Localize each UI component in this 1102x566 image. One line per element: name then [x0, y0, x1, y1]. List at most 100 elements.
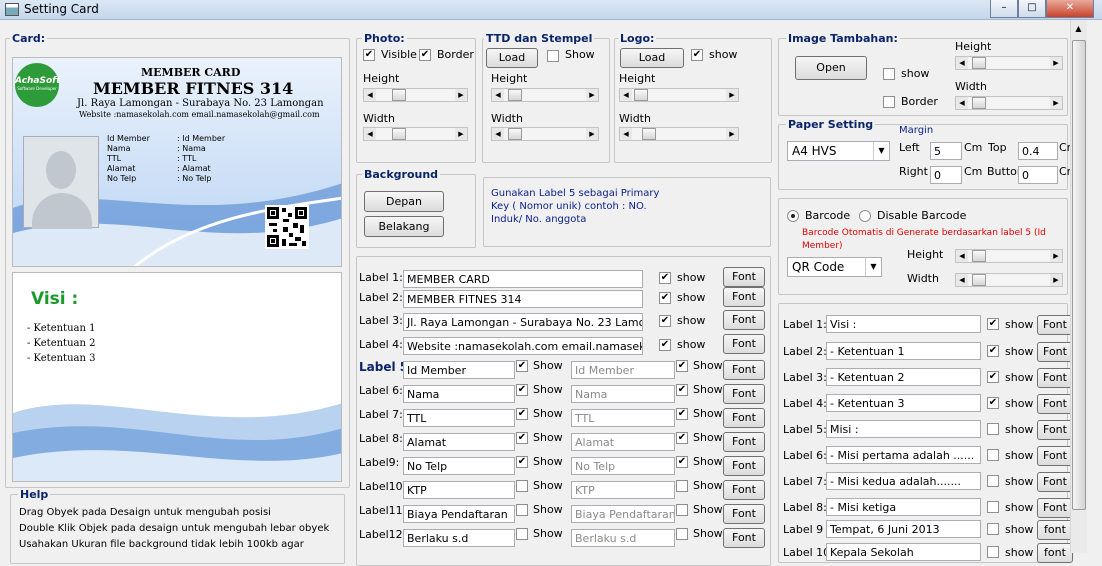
back-label-input[interactable]: Visi : [826, 315, 981, 333]
maximize-button[interactable]: □ [1018, 0, 1046, 18]
back-label-show-checkbox[interactable] [987, 501, 999, 513]
back-label-show-checkbox[interactable]: ✔ [987, 371, 999, 383]
back-label-input[interactable]: Misi : [826, 420, 981, 438]
label-secondary-input[interactable]: Nama [571, 385, 675, 403]
label-show-checkbox[interactable] [516, 528, 528, 540]
label-input[interactable]: Id Member [403, 361, 515, 379]
back-label-input[interactable]: Tempat, 6 Juni 2013 [826, 520, 981, 538]
image-border-checkbox[interactable] [883, 96, 895, 108]
back-label-show-checkbox[interactable]: ✔ [987, 345, 999, 357]
belakang-button[interactable]: Belakang [364, 216, 444, 237]
font-button[interactable]: Font [723, 267, 765, 287]
back-label-show-checkbox[interactable]: ✔ [987, 397, 999, 409]
back-label-input[interactable]: - Ketentuan 1 [826, 342, 981, 360]
label-secondary-show-checkbox[interactable]: ✔ [676, 408, 688, 420]
font-button[interactable]: Font [723, 310, 765, 330]
minimize-button[interactable]: – [990, 0, 1018, 18]
label-secondary-input[interactable]: TTL [571, 409, 675, 427]
font-button[interactable]: Font [1037, 472, 1073, 492]
scroll-thumb[interactable] [1072, 40, 1086, 510]
font-button[interactable]: Font [723, 432, 765, 452]
label-secondary-show-checkbox[interactable]: ✔ [676, 432, 688, 444]
label-input[interactable]: MEMBER FITNES 314 [403, 290, 643, 308]
logo-load-button[interactable]: Load [620, 48, 684, 68]
label-show-checkbox[interactable]: ✔ [516, 384, 528, 396]
label-secondary-show-checkbox[interactable]: ✔ [676, 384, 688, 396]
label-show-checkbox[interactable] [516, 504, 528, 516]
front-card-preview[interactable]: AchaSoft Software Developer MEMBER CARD … [12, 57, 342, 267]
barcode-height-slider[interactable]: ◀ ▶ [955, 249, 1063, 263]
label-secondary-input[interactable]: Alamat [571, 433, 675, 451]
font-button[interactable]: Font [723, 528, 765, 548]
font-button[interactable]: Font [1037, 394, 1073, 414]
font-button[interactable]: Font [1037, 368, 1073, 388]
back-label-input[interactable]: - Misi ketiga [826, 498, 981, 516]
font-button[interactable]: Font [723, 384, 765, 404]
back-label-show-checkbox[interactable] [987, 423, 999, 435]
disable-barcode-radio[interactable] [859, 210, 871, 222]
back-label-show-checkbox[interactable] [987, 546, 999, 558]
font-button[interactable]: Font [723, 480, 765, 500]
back-label-show-checkbox[interactable]: ✔ [987, 318, 999, 330]
paper-size-select[interactable]: A4 HVS ▼ [787, 141, 890, 161]
label-show-checkbox[interactable]: ✔ [516, 408, 528, 420]
label-show-checkbox[interactable]: ✔ [659, 272, 671, 284]
depan-button[interactable]: Depan [364, 191, 444, 212]
photo-visible-checkbox[interactable]: ✔ [363, 49, 375, 61]
label-input[interactable]: Website :namasekolah.com email.namasekol… [403, 337, 643, 355]
font-button[interactable]: Font [723, 504, 765, 524]
label-input[interactable]: Berlaku s.d [403, 529, 515, 547]
label-secondary-show-checkbox[interactable] [676, 480, 688, 492]
font-button[interactable]: Font [723, 287, 765, 307]
ttd-show-checkbox[interactable] [547, 50, 559, 62]
font-button[interactable]: Font [723, 408, 765, 428]
label-show-checkbox[interactable]: ✔ [516, 456, 528, 468]
barcode-type-select[interactable]: QR Code ▼ [787, 257, 882, 277]
label-show-checkbox[interactable]: ✔ [659, 292, 671, 304]
label-show-checkbox[interactable]: ✔ [659, 339, 671, 351]
label-show-checkbox[interactable]: ✔ [516, 432, 528, 444]
font-button[interactable]: Font [1037, 420, 1073, 440]
close-button[interactable]: ✕ [1046, 0, 1094, 18]
label-show-checkbox[interactable]: ✔ [659, 315, 671, 327]
photo-width-slider[interactable]: ◀ ▶ [363, 127, 468, 141]
photo-height-slider[interactable]: ◀ ▶ [363, 88, 468, 102]
label-secondary-show-checkbox[interactable]: ✔ [676, 456, 688, 468]
font-button[interactable]: Font [1037, 498, 1073, 518]
left-margin-input[interactable]: 5 [930, 142, 962, 160]
barcode-radio[interactable] [787, 210, 799, 222]
label-input[interactable]: Jl. Raya Lamongan - Surabaya No. 23 Lamo… [403, 313, 643, 331]
back-label-show-checkbox[interactable] [987, 449, 999, 461]
back-label-show-checkbox[interactable] [987, 475, 999, 487]
font-button[interactable]: font [1037, 520, 1073, 540]
image-height-slider[interactable]: ◀ ▶ [955, 56, 1063, 70]
back-card-preview[interactable]: Visi : - Ketentuan 1- Ketentuan 2- Keten… [12, 272, 342, 482]
back-label-input[interactable]: - Misi pertama adalah ...... [826, 446, 981, 464]
label-input[interactable]: MEMBER CARD [403, 270, 643, 288]
label-secondary-input[interactable]: No Telp [571, 457, 675, 475]
bottom-margin-input[interactable]: 0 [1018, 166, 1058, 184]
label-input[interactable]: Alamat [403, 433, 515, 451]
font-button[interactable]: Font [1037, 315, 1073, 335]
label-secondary-input[interactable]: Biaya Pendaftaran [571, 505, 675, 523]
logo-width-slider[interactable]: ◀ ▶ [619, 127, 739, 141]
font-button[interactable]: Font [723, 334, 765, 354]
ttd-load-button[interactable]: Load [486, 48, 538, 68]
label-input[interactable]: TTL [403, 409, 515, 427]
back-label-show-checkbox[interactable] [987, 523, 999, 535]
logo-height-slider[interactable]: ◀ ▶ [619, 88, 739, 102]
label-input[interactable]: Nama [403, 385, 515, 403]
label-show-checkbox[interactable]: ✔ [516, 360, 528, 372]
font-button[interactable]: Font [723, 360, 765, 380]
label-secondary-show-checkbox[interactable]: ✔ [676, 360, 688, 372]
label-secondary-input[interactable]: Id Member [571, 361, 675, 379]
scroll-up-arrow[interactable]: ▲ [1070, 21, 1087, 37]
font-button[interactable]: font [1037, 543, 1073, 563]
label-secondary-input[interactable]: KTP [571, 481, 675, 499]
image-show-checkbox[interactable] [883, 68, 895, 80]
font-button[interactable]: Font [723, 456, 765, 476]
label-input[interactable]: No Telp [403, 457, 515, 475]
image-open-button[interactable]: Open [795, 56, 867, 80]
back-label-input[interactable]: - Misi kedua adalah....... [826, 472, 981, 490]
font-button[interactable]: Font [1037, 342, 1073, 362]
